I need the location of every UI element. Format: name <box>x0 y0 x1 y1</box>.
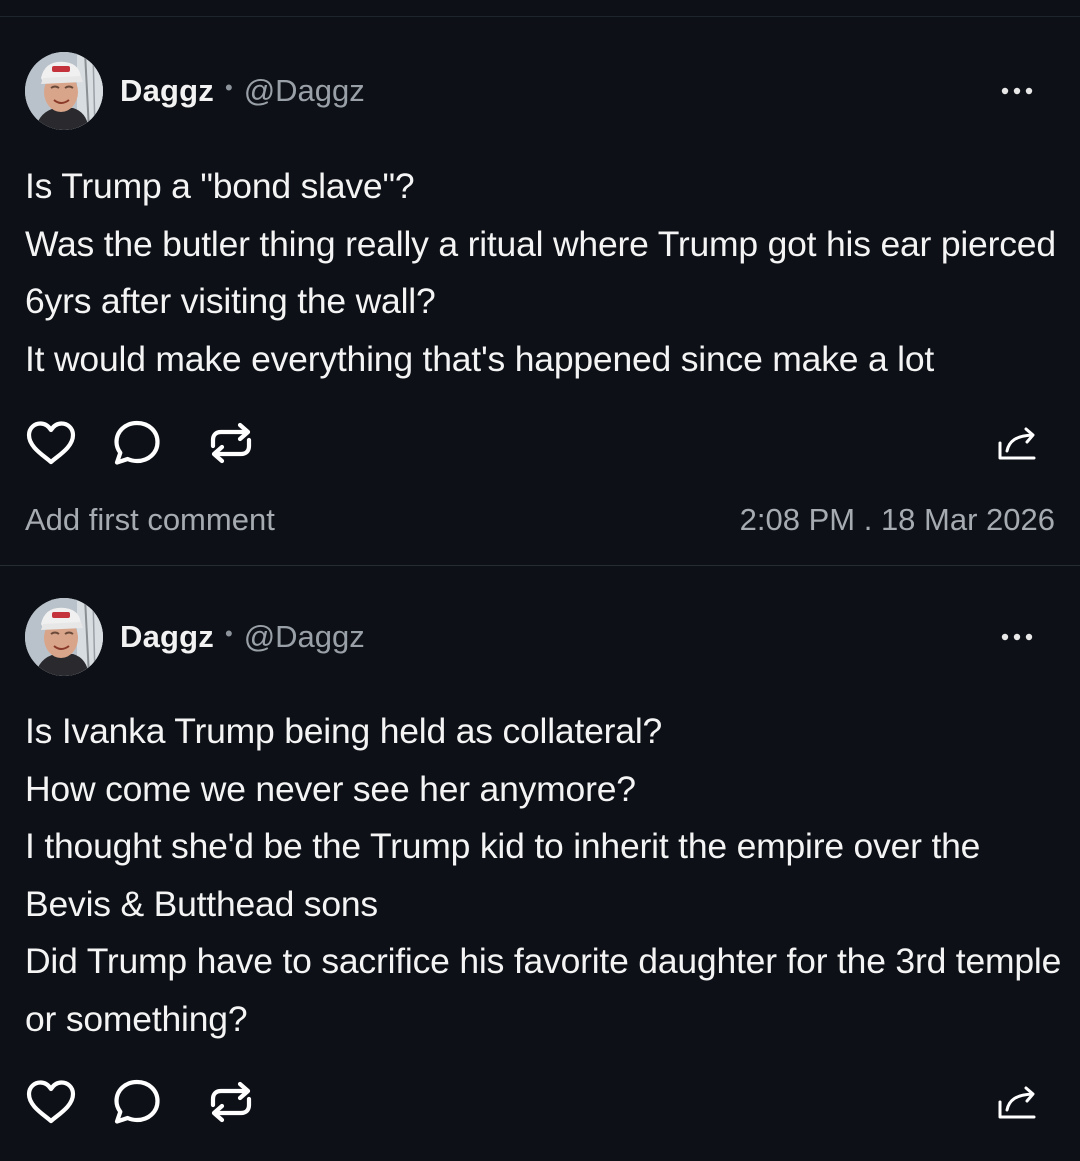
author-handle[interactable]: @Daggz <box>244 73 365 109</box>
add-comment-link[interactable]: Add first comment <box>25 502 275 538</box>
more-horizontal-icon <box>1001 87 1033 95</box>
post-timestamp: 2:08 PM . 18 Mar 2026 <box>739 502 1055 537</box>
avatar-image <box>25 52 103 130</box>
post-card: Daggz • @Daggz Is Trump a "bond slave"? … <box>0 0 1080 566</box>
share-button[interactable] <box>991 418 1043 468</box>
share-icon <box>998 1086 1036 1119</box>
comment-button[interactable] <box>111 418 163 468</box>
repost-icon <box>210 422 252 464</box>
more-horizontal-icon <box>1001 633 1033 641</box>
avatar[interactable] <box>25 598 103 676</box>
repost-button[interactable] <box>205 418 257 468</box>
like-button[interactable] <box>25 1077 77 1127</box>
post-header: Daggz • @Daggz <box>25 52 1055 130</box>
author-name[interactable]: Daggz <box>120 73 214 109</box>
post-footer: Add first comment 2:08 PM . 18 Mar 2026 <box>25 497 1055 543</box>
more-options-button[interactable] <box>997 622 1037 652</box>
separator-dot: • <box>225 75 233 100</box>
post-text: Is Trump a "bond slave"? Was the butler … <box>25 166 1056 379</box>
heart-icon <box>26 421 76 465</box>
post-actions <box>25 418 1045 468</box>
avatar[interactable] <box>25 52 103 130</box>
more-options-button[interactable] <box>997 76 1037 106</box>
post-actions <box>25 1077 1045 1127</box>
like-button[interactable] <box>25 418 77 468</box>
author-name[interactable]: Daggz <box>120 619 214 655</box>
comment-button[interactable] <box>111 1077 163 1127</box>
share-button[interactable] <box>991 1077 1043 1127</box>
post-card: Daggz • @Daggz Is Ivanka Trump being hel… <box>0 566 1080 1161</box>
avatar-image <box>25 598 103 676</box>
comment-bubble-icon <box>114 1079 160 1124</box>
separator-dot: • <box>225 621 233 646</box>
post-text: Is Ivanka Trump being held as collateral… <box>25 711 1062 1039</box>
repost-button[interactable] <box>205 1077 257 1127</box>
comment-bubble-icon <box>114 420 160 465</box>
repost-icon <box>210 1081 252 1123</box>
heart-icon <box>26 1080 76 1124</box>
share-icon <box>998 427 1036 460</box>
author-handle[interactable]: @Daggz <box>244 619 365 655</box>
post-header: Daggz • @Daggz <box>25 598 1055 676</box>
